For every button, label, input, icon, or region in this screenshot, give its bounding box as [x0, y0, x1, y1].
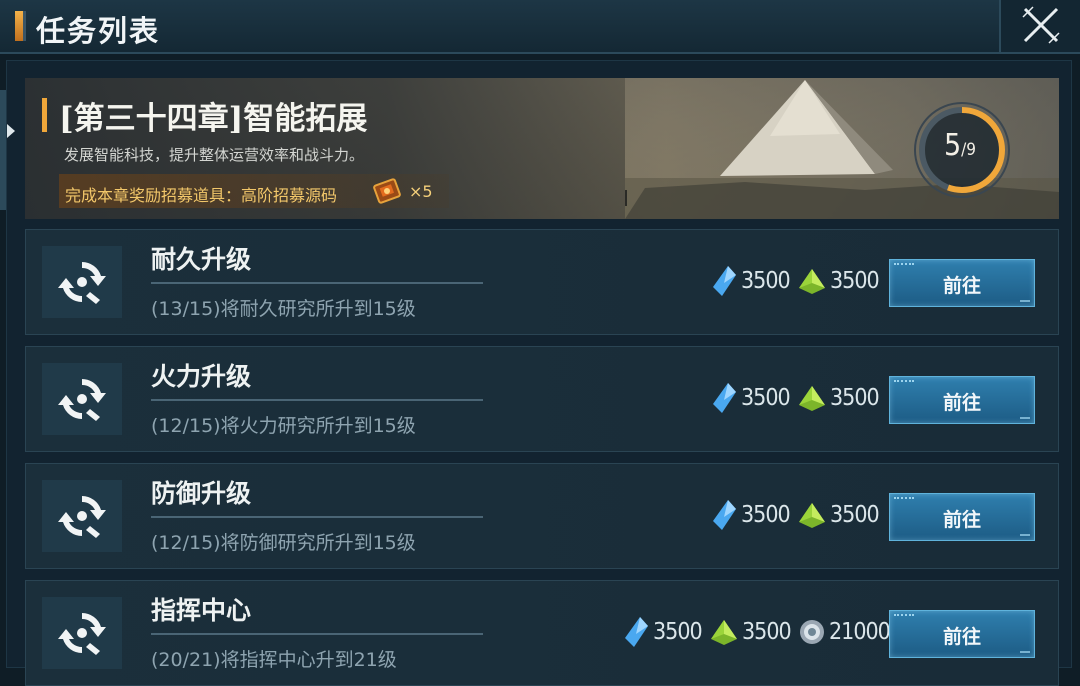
task-name: 火力升级	[151, 362, 252, 391]
task-row: 指挥中心 (20/21)将指挥中心升到21级 3500 3500 21000 前…	[25, 580, 1059, 686]
reward-label: 完成本章奖励招募道具：高阶招募源码	[65, 186, 338, 205]
title-accent-bar	[15, 11, 23, 41]
crystal-reward: 3500	[622, 615, 703, 649]
progress-current: 5	[943, 128, 962, 163]
task-row: 防御升级 (12/15)将防御研究所升到15级 3500 3500 前往	[25, 463, 1059, 569]
go-button[interactable]: 前往	[889, 493, 1035, 541]
green-ore-icon	[799, 503, 825, 528]
ore-reward: 3500	[797, 264, 880, 298]
go-button[interactable]: 前往	[889, 610, 1035, 658]
button-decoration	[894, 614, 914, 618]
upgrade-cycle-icon	[58, 496, 106, 538]
blue-crystal-icon	[713, 266, 736, 296]
chapter-title: [第三十四章]智能拓展	[59, 101, 368, 137]
crystal-amount: 3500	[653, 619, 703, 645]
task-description: (20/21)将指挥中心升到21级	[151, 649, 397, 671]
blue-crystal-icon	[713, 500, 736, 530]
chapter-accent-bar	[42, 98, 47, 132]
task-name: 指挥中心	[151, 596, 252, 625]
upgrade-cycle-icon	[58, 379, 106, 421]
chapter-progress-text: 5/9	[918, 128, 1002, 163]
close-button[interactable]	[999, 0, 1080, 52]
go-button-label: 前往	[942, 275, 981, 297]
reward-quantity: ×5	[409, 182, 433, 201]
button-decoration	[894, 263, 914, 267]
ore-reward: 3500	[709, 615, 792, 649]
task-description: (13/15)将耐久研究所升到15级	[151, 298, 416, 320]
crystal-reward: 3500	[710, 381, 791, 415]
crystal-reward: 3500	[710, 264, 791, 298]
button-decoration	[1020, 534, 1030, 536]
task-icon-frame	[42, 480, 122, 552]
button-decoration	[894, 497, 914, 501]
side-tab-strip	[0, 90, 6, 210]
page-title: 任务列表	[36, 14, 161, 48]
blue-crystal-icon	[625, 617, 648, 647]
progress-total: /9	[961, 140, 977, 160]
ore-amount: 3500	[830, 502, 880, 528]
chapter-banner: [第三十四章]智能拓展 发展智能科技，提升整体运营效率和战斗力。 完成本章奖励招…	[25, 78, 1059, 219]
button-decoration	[894, 380, 914, 384]
task-row: 火力升级 (12/15)将火力研究所升到15级 3500 3500 前往	[25, 346, 1059, 452]
go-button-label: 前往	[942, 509, 981, 531]
ore-amount: 3500	[742, 619, 792, 645]
close-icon[interactable]	[1021, 5, 1061, 45]
task-description: (12/15)将防御研究所升到15级	[151, 532, 416, 554]
green-ore-icon	[799, 386, 825, 411]
title-bar: 任务列表	[0, 0, 1080, 54]
crystal-amount: 3500	[741, 502, 791, 528]
task-icon-frame	[42, 363, 122, 435]
ore-amount: 3500	[830, 385, 880, 411]
upgrade-cycle-icon	[58, 613, 106, 655]
crystal-amount: 3500	[741, 268, 791, 294]
task-divider	[151, 633, 483, 635]
button-decoration	[1020, 651, 1030, 653]
chapter-description: 发展智能科技，提升整体运营效率和战斗力。	[64, 146, 365, 164]
chapter-reward: 完成本章奖励招募道具：高阶招募源码 ×5	[59, 174, 449, 208]
task-divider	[151, 516, 483, 518]
blue-crystal-icon	[713, 383, 736, 413]
task-icon-frame	[42, 246, 122, 318]
silver-orb-icon	[800, 620, 824, 644]
ore-amount: 3500	[830, 268, 880, 294]
task-row: 耐久升级 (13/15)将耐久研究所升到15级 3500 3500 前往	[25, 229, 1059, 335]
button-decoration	[1020, 417, 1030, 419]
task-name: 耐久升级	[151, 245, 252, 274]
task-name: 防御升级	[151, 479, 252, 508]
task-description: (12/15)将火力研究所升到15级	[151, 415, 416, 437]
alloy-amount: 21000	[829, 619, 891, 645]
task-icon-frame	[42, 597, 122, 669]
crystal-reward: 3500	[710, 498, 791, 532]
go-button-label: 前往	[942, 626, 981, 648]
ore-reward: 3500	[797, 381, 880, 415]
green-ore-icon	[799, 269, 825, 294]
task-divider	[151, 399, 483, 401]
alloy-reward: 21000	[798, 615, 891, 649]
green-ore-icon	[711, 620, 737, 645]
upgrade-cycle-icon	[58, 262, 106, 304]
crystal-amount: 3500	[741, 385, 791, 411]
task-divider	[151, 282, 483, 284]
side-arrow-icon[interactable]	[6, 123, 16, 139]
button-decoration	[1020, 300, 1030, 302]
go-button[interactable]: 前往	[889, 259, 1035, 307]
ore-reward: 3500	[797, 498, 880, 532]
go-button-label: 前往	[942, 392, 981, 414]
go-button[interactable]: 前往	[889, 376, 1035, 424]
recruit-code-item-icon[interactable]	[372, 176, 404, 206]
